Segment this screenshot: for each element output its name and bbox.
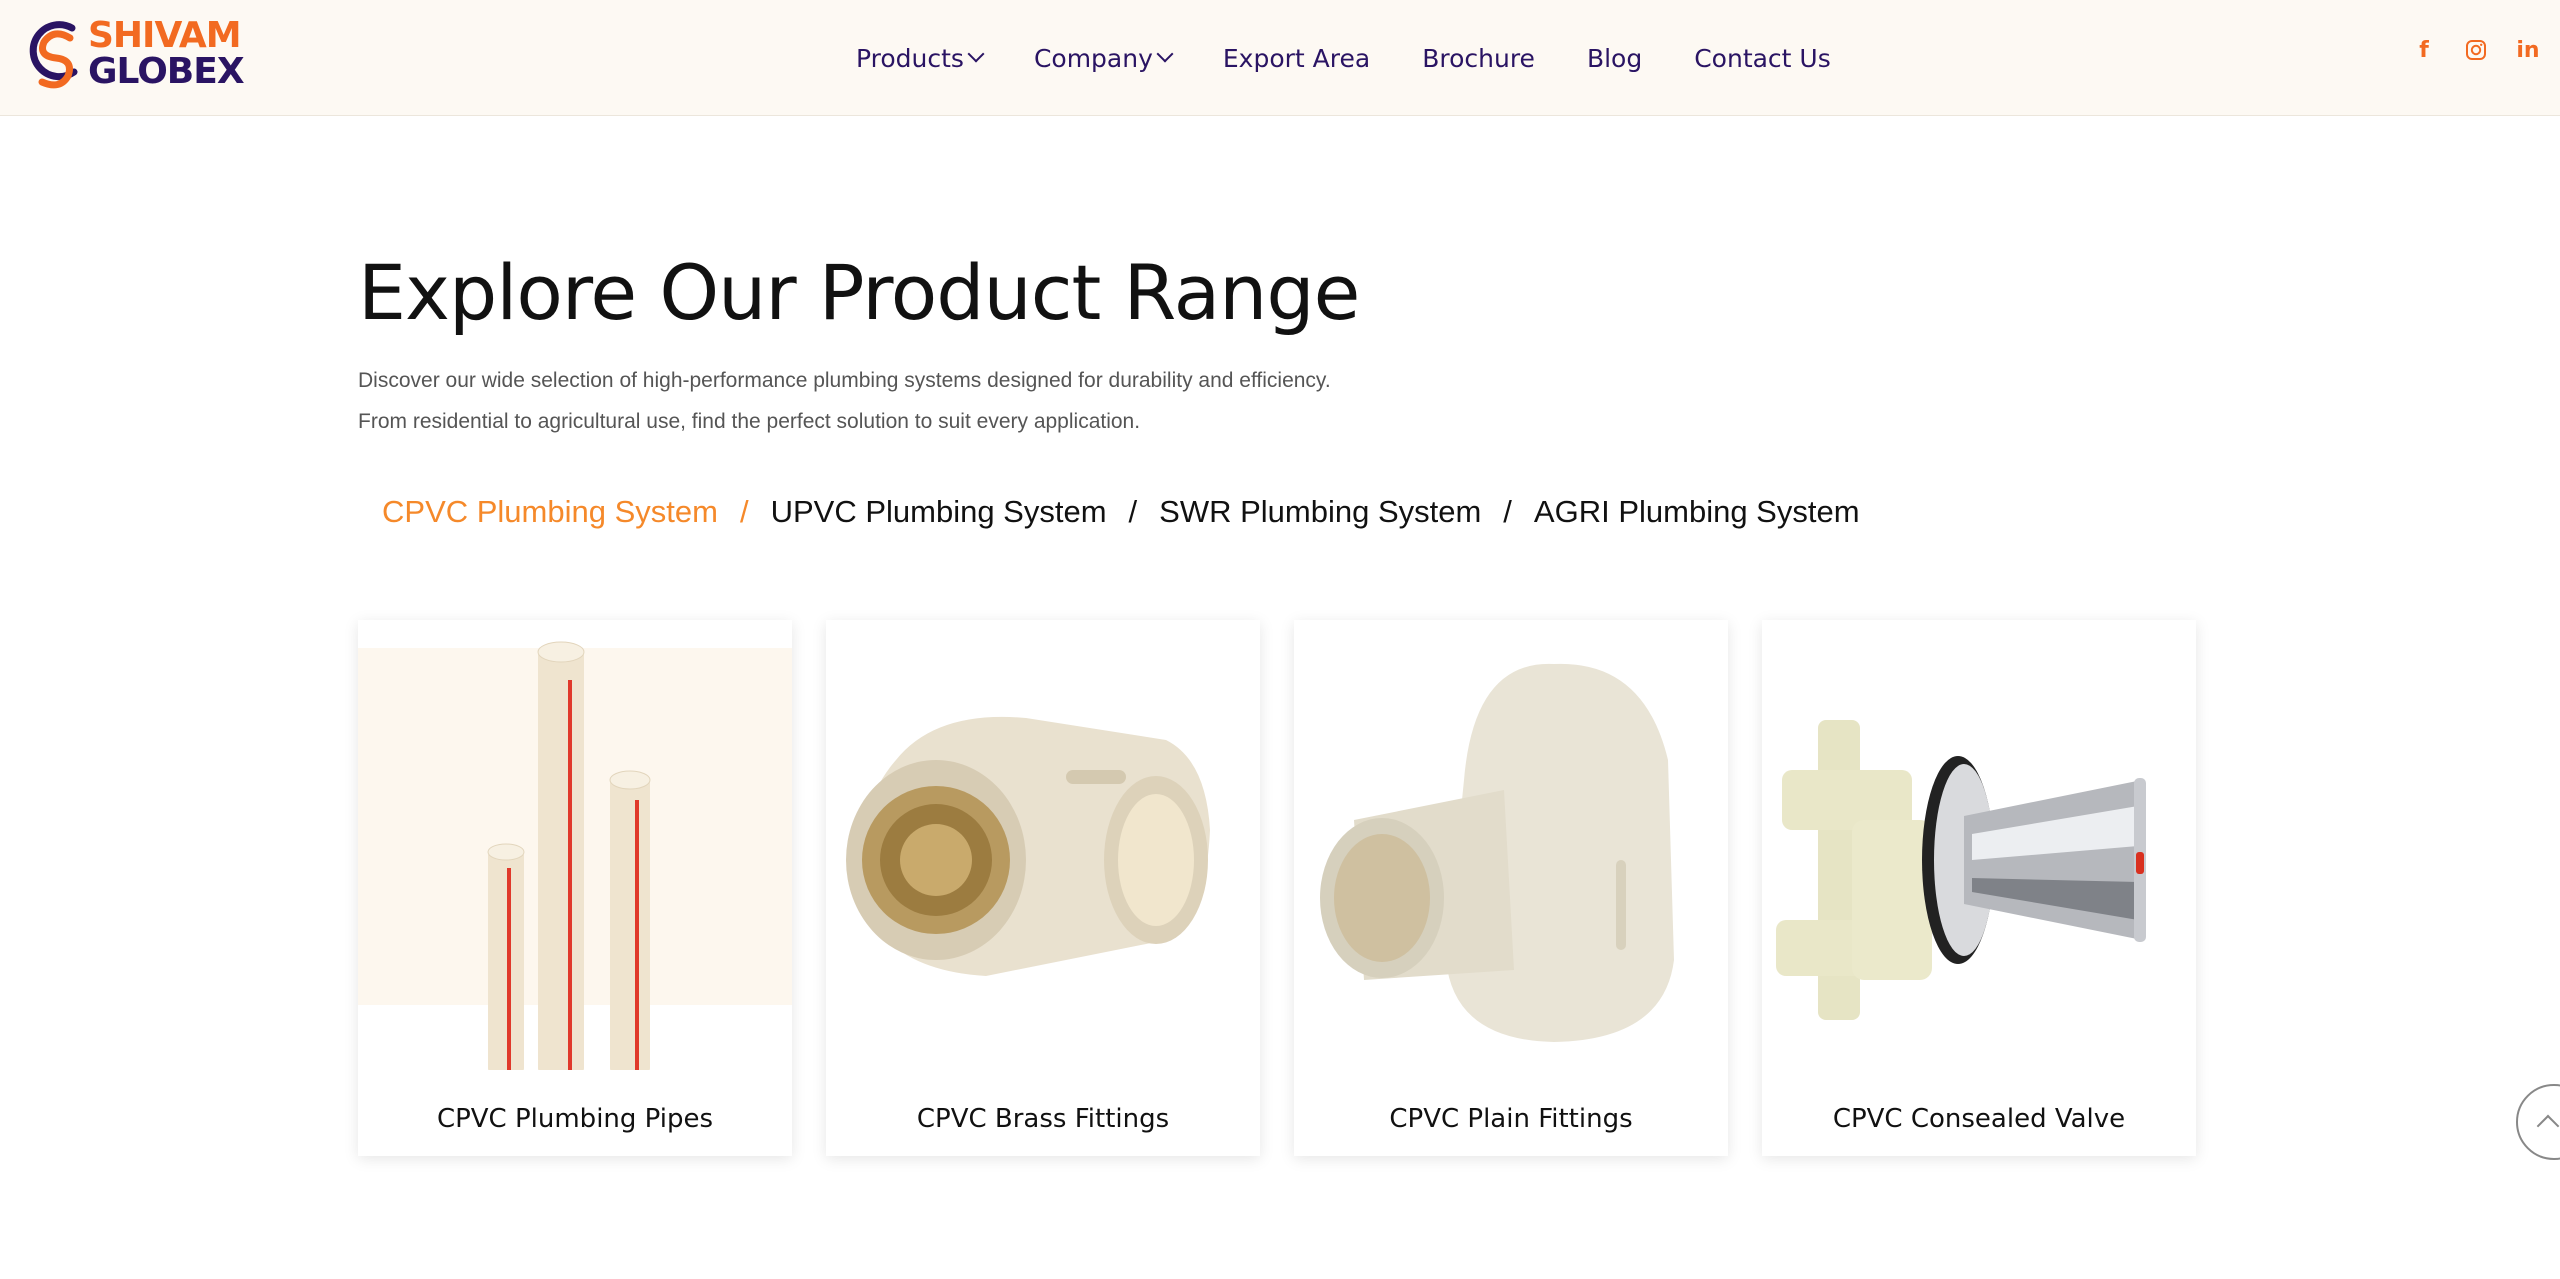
section-description: Discover our wide selection of high-perf…	[358, 360, 1331, 442]
nav-item-export-area[interactable]: Export Area	[1223, 44, 1370, 73]
product-card-cpvc-plain-fittings[interactable]: CPVC Plain Fittings	[1294, 620, 1728, 1156]
logo-wordmark: SHIVAM GLOBEX	[88, 15, 245, 92]
concealed-valve-image	[1776, 720, 2146, 1020]
product-card-label: CPVC Plain Fittings	[1389, 1104, 1633, 1134]
nav-item-label: Products	[856, 43, 964, 73]
nav-item-blog[interactable]: Blog	[1587, 44, 1642, 73]
tab-cpvc-plumbing-system[interactable]: CPVC Plumbing System	[382, 494, 718, 530]
logo-line-2: GLOBEX	[88, 51, 245, 92]
tab-agri-plumbing-system[interactable]: AGRI Plumbing System	[1534, 494, 1860, 530]
nav-item-company[interactable]: Company	[1033, 43, 1174, 73]
product-category-tabs: CPVC Plumbing System / UPVC Plumbing Sys…	[382, 494, 1860, 530]
tab-swr-plumbing-system[interactable]: SWR Plumbing System	[1159, 494, 1481, 530]
brass-elbow-image	[846, 716, 1210, 976]
nav-item-label: Company	[1033, 43, 1153, 73]
nav-item-label: Brochure	[1422, 43, 1535, 73]
product-card-label: CPVC Plumbing Pipes	[436, 1104, 714, 1134]
product-card-cpvc-plumbing-pipes[interactable]: CPVC Plumbing Pipes	[358, 620, 792, 1156]
site-header: SHIVAM GLOBEX Products Company Export Ar…	[0, 0, 2560, 116]
nav-item-brochure[interactable]: Brochure	[1422, 44, 1535, 73]
scroll-to-top-button[interactable]	[2516, 1084, 2560, 1160]
page-title: Explore Our Product Range	[358, 248, 1360, 337]
product-grid: CPVC Plumbing Pipes CPVC Brass Fittings …	[358, 620, 2196, 1156]
instagram-icon[interactable]	[2464, 38, 2488, 62]
nav-item-products[interactable]: Products	[856, 43, 985, 73]
logo-line-1: SHIVAM	[88, 15, 242, 56]
nav-item-label: Blog	[1586, 43, 1643, 73]
facebook-icon[interactable]: f	[2412, 38, 2436, 63]
logo-mark-icon	[29, 21, 78, 89]
chevron-down-icon	[967, 45, 985, 63]
description-line-1: Discover our wide selection of high-perf…	[358, 369, 1331, 392]
product-card-label: CPVC Consealed Valve	[1832, 1104, 2126, 1134]
product-card-cpvc-consealed-valve[interactable]: CPVC Consealed Valve	[1762, 620, 2196, 1156]
tab-separator: /	[1503, 494, 1512, 529]
main-nav: Products Company Export Area Brochure Bl…	[856, 0, 1831, 116]
nav-item-label: Contact Us	[1694, 43, 1831, 73]
product-card-label: CPVC Brass Fittings	[916, 1104, 1170, 1134]
tab-upvc-plumbing-system[interactable]: UPVC Plumbing System	[771, 494, 1107, 530]
chevron-down-icon	[1156, 45, 1174, 63]
description-line-2: From residential to agricultural use, fi…	[358, 410, 1141, 433]
tab-separator: /	[1128, 494, 1138, 529]
plain-elbow-image	[1320, 663, 1674, 1042]
nav-item-label: Export Area	[1222, 43, 1371, 73]
brand-logo[interactable]: SHIVAM GLOBEX	[20, 14, 260, 96]
linkedin-icon[interactable]: in	[2516, 38, 2540, 63]
nav-item-contact-us[interactable]: Contact Us	[1694, 44, 1831, 73]
social-links: f in	[2412, 38, 2540, 63]
product-card-cpvc-brass-fittings[interactable]: CPVC Brass Fittings	[826, 620, 1260, 1156]
chevron-up-icon	[2536, 1114, 2560, 1138]
pipes-image	[358, 641, 792, 1070]
tab-separator: /	[739, 494, 749, 529]
